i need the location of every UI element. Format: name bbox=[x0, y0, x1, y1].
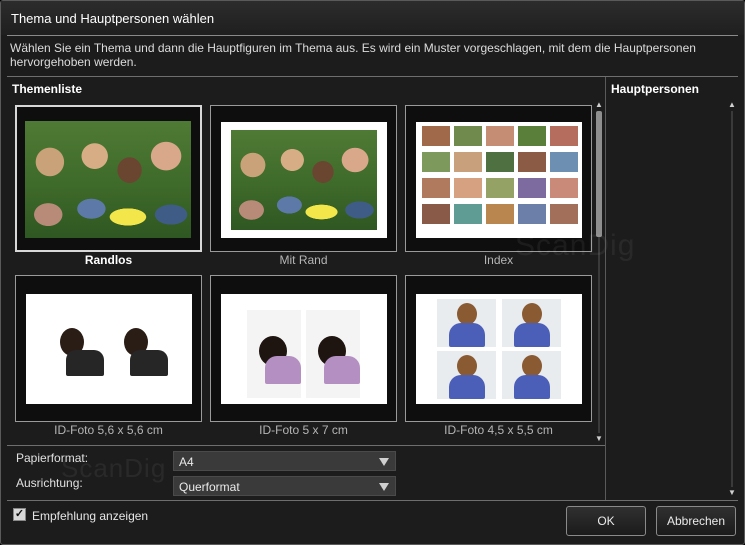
title-bar: Thema und Hauptpersonen wählen bbox=[1, 1, 744, 35]
theme-dialog: Thema und Hauptpersonen wählen Wählen Si… bbox=[0, 0, 745, 545]
portrait-photo bbox=[502, 351, 561, 399]
theme-list-panel: Themenliste Randlos Mit Rand Index ID-Fo… bbox=[7, 77, 634, 445]
portrait-photo bbox=[306, 310, 360, 398]
ok-button[interactable]: OK bbox=[566, 506, 646, 536]
paper-sheet bbox=[26, 294, 192, 404]
recommendation-label: Empfehlung anzeigen bbox=[32, 509, 149, 523]
portrait-photo bbox=[502, 299, 561, 347]
theme-thumb-mit-rand[interactable] bbox=[210, 105, 397, 252]
watermark: ScanDig bbox=[61, 453, 167, 483]
checkmark-icon: ✓ bbox=[14, 508, 25, 520]
recommendation-checkbox[interactable]: ✓ bbox=[13, 508, 26, 521]
paper-sheet bbox=[416, 122, 582, 238]
chevron-down-icon bbox=[379, 458, 389, 466]
theme-list-heading: Themenliste bbox=[12, 82, 83, 96]
divider bbox=[7, 445, 605, 446]
divider bbox=[7, 35, 738, 36]
theme-thumb-randlos[interactable] bbox=[15, 105, 202, 252]
orientation-value: Querformat bbox=[179, 480, 240, 494]
dialog-description: Wählen Sie ein Thema und dann die Hauptf… bbox=[10, 41, 696, 69]
arrow-up-icon[interactable]: ▲ bbox=[728, 101, 736, 109]
arrow-down-icon[interactable]: ▼ bbox=[728, 489, 736, 497]
cancel-button[interactable]: Abbrechen bbox=[656, 506, 736, 536]
portrait-photo bbox=[437, 299, 496, 347]
theme-label-randlos: Randlos bbox=[84, 253, 133, 267]
dialog-title: Thema und Hauptpersonen wählen bbox=[11, 11, 215, 26]
arrow-down-icon[interactable]: ▼ bbox=[595, 435, 603, 443]
theme-label-mit-rand: Mit Rand bbox=[279, 253, 328, 267]
paper-format-value: A4 bbox=[179, 455, 194, 469]
divider bbox=[7, 500, 738, 501]
main-persons-panel: Hauptpersonen ▲ ▼ bbox=[606, 77, 738, 500]
theme-thumb-id-foto-57[interactable] bbox=[210, 275, 397, 422]
paper-format-select[interactable]: A4 bbox=[173, 451, 396, 471]
theme-label-id-foto-455: ID-Foto 4,5 x 5,5 cm bbox=[444, 423, 553, 437]
kids-photo bbox=[25, 121, 191, 238]
theme-scrollbar[interactable]: ▲ ▼ bbox=[595, 101, 603, 443]
theme-thumb-id-foto-455[interactable] bbox=[405, 275, 592, 422]
persons-scrollbar[interactable]: ▲ ▼ bbox=[728, 101, 736, 497]
portrait-photo bbox=[247, 310, 301, 398]
kids-photo bbox=[231, 130, 377, 230]
theme-label-id-foto-56: ID-Foto 5,6 x 5,6 cm bbox=[54, 423, 163, 437]
scroll-thumb[interactable] bbox=[596, 111, 602, 237]
arrow-up-icon[interactable]: ▲ bbox=[595, 101, 603, 109]
main-persons-heading: Hauptpersonen bbox=[611, 82, 700, 96]
theme-thumb-id-foto-56[interactable] bbox=[15, 275, 202, 422]
portrait-photo bbox=[110, 320, 170, 378]
portrait-photo bbox=[46, 320, 106, 378]
orientation-select[interactable]: Querformat bbox=[173, 476, 396, 496]
paper-sheet bbox=[221, 122, 387, 238]
theme-label-id-foto-57: ID-Foto 5 x 7 cm bbox=[259, 423, 348, 437]
chevron-down-icon bbox=[379, 483, 389, 491]
paper-sheet bbox=[416, 294, 582, 404]
paper-sheet bbox=[221, 294, 387, 404]
portrait-photo bbox=[437, 351, 496, 399]
